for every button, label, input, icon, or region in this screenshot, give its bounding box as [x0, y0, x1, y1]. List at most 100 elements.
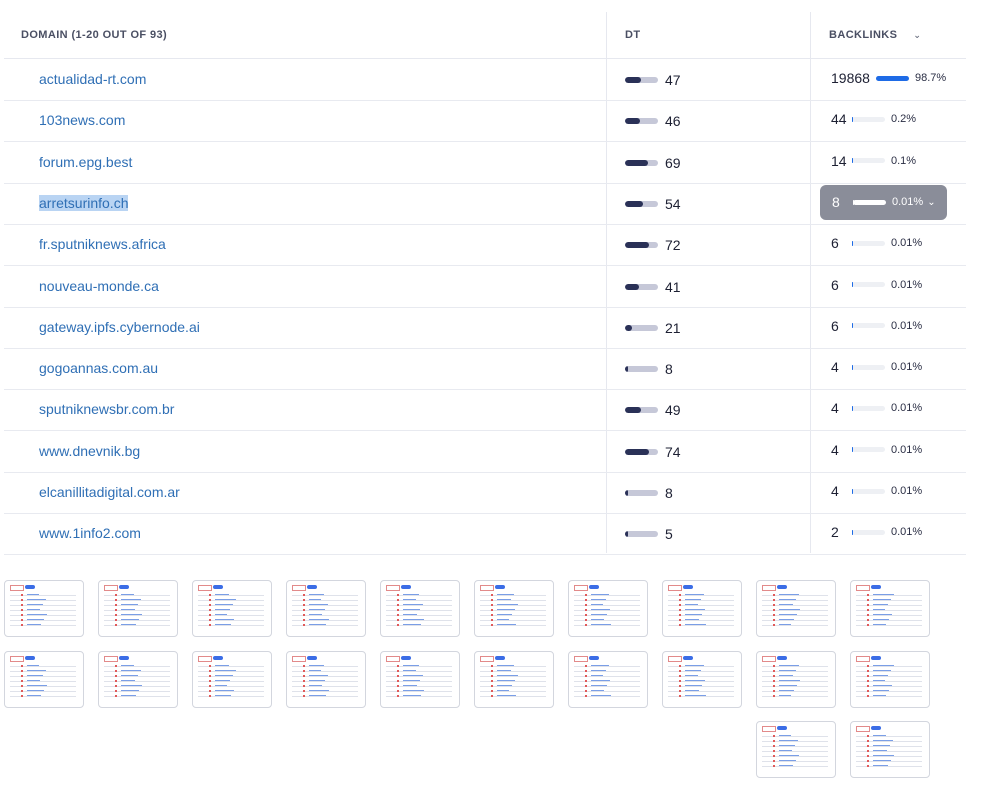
page-thumbnail-icon[interactable]: [286, 580, 366, 637]
table-row[interactable]: gogoannas.com.au 8 4 0.01%: [4, 348, 966, 391]
backlinks-share-bar: [852, 323, 885, 329]
backlinks-share-bar: [852, 488, 885, 494]
page-thumbnail-icon[interactable]: [850, 721, 930, 778]
dt-cell: 8: [625, 361, 673, 377]
dt-value: 46: [665, 113, 681, 130]
backlinks-cell[interactable]: 6 0.01%: [831, 235, 922, 251]
backlinks-cell[interactable]: 6 0.01%: [831, 277, 922, 293]
page-thumbnail-icon[interactable]: [568, 580, 648, 637]
backlinks-count: 6: [831, 276, 839, 293]
backlinks-percent: 0.01%: [891, 402, 923, 415]
backlinks-cell[interactable]: 19868 98.7%: [831, 70, 946, 86]
column-header-backlinks[interactable]: BACKLINKS ⌄: [829, 12, 921, 58]
backlinks-cell-hover[interactable]: 8 0.01% ⌄: [820, 184, 947, 220]
dt-cell: 41: [625, 279, 681, 295]
table-row[interactable]: sputniknewsbr.com.br 49 4 0.01%: [4, 389, 966, 432]
backlinks-cell[interactable]: 44 0.2%: [831, 111, 916, 127]
backlinks-cell[interactable]: 4 0.01%: [831, 483, 922, 499]
domain-link[interactable]: nouveau-monde.ca: [39, 278, 159, 294]
chevron-down-icon[interactable]: ⌄: [913, 30, 921, 41]
page-thumbnail-icon[interactable]: [850, 651, 930, 708]
domain-link[interactable]: www.1info2.com: [39, 525, 141, 541]
domain-link[interactable]: arretsurinfo.ch: [39, 194, 129, 211]
table-row[interactable]: 103news.com 46 44 0.2%: [4, 100, 966, 143]
backlinks-share-bar: [852, 447, 885, 453]
backlinks-share-fill: [852, 405, 853, 411]
page-thumbnail-icon[interactable]: [380, 580, 460, 637]
domain-link[interactable]: elcanillitadigital.com.ar: [39, 484, 180, 500]
backlinks-percent: 0.01%: [892, 196, 924, 209]
page-thumbnail-icon[interactable]: [4, 651, 84, 708]
page-thumbnail-icon[interactable]: [756, 651, 836, 708]
backlinks-cell[interactable]: 4 0.01%: [831, 359, 922, 375]
domain-link[interactable]: fr.sputniknews.africa: [39, 236, 166, 252]
dt-bar: [625, 448, 658, 455]
dt-bar: [625, 200, 658, 207]
dt-bar: [625, 531, 658, 538]
dt-cell: 54: [625, 196, 681, 212]
backlinks-cell[interactable]: 4 0.01%: [831, 400, 922, 416]
domain-link[interactable]: sputniknewsbr.com.br: [39, 401, 174, 417]
page-thumbnail-icon[interactable]: [568, 651, 648, 708]
domain-link[interactable]: 103news.com: [39, 112, 125, 128]
domain-link[interactable]: gateway.ipfs.cybernode.ai: [39, 319, 200, 335]
domain-link[interactable]: actualidad-rt.com: [39, 71, 146, 87]
page-thumbnail-icon[interactable]: [850, 580, 930, 637]
page-thumbnail-icon[interactable]: [192, 651, 272, 708]
page-thumbnail-icon[interactable]: [192, 580, 272, 637]
backlinks-cell[interactable]: 2 0.01%: [831, 524, 922, 540]
table-row[interactable]: actualidad-rt.com 47 19868 98.7%: [4, 59, 966, 101]
column-header-dt[interactable]: DT: [625, 12, 640, 58]
backlinks-percent: 0.01%: [891, 361, 923, 374]
backlinks-share-fill: [852, 116, 853, 122]
domain-link[interactable]: gogoannas.com.au: [39, 360, 158, 376]
backlinks-share-bar: [852, 405, 885, 411]
column-header-domain[interactable]: DOMAIN (1-20 OUT OF 93): [21, 12, 167, 58]
dt-bar: [625, 490, 658, 496]
table-row[interactable]: arretsurinfo.ch 54 8 0.01% ⌄: [4, 183, 966, 225]
page-thumbnail-icon[interactable]: [474, 580, 554, 637]
page-thumbnail-icon[interactable]: [756, 721, 836, 778]
table-row[interactable]: fr.sputniknews.africa 72 6 0.01%: [4, 224, 966, 267]
page-thumbnail-icon[interactable]: [98, 651, 178, 708]
backlinks-cell[interactable]: 14 0.1%: [831, 153, 916, 169]
dt-cell: 69: [625, 155, 681, 171]
dt-bar-fill: [625, 118, 640, 125]
backlinks-count: 4: [831, 483, 839, 499]
backlinks-share-fill: [852, 323, 853, 329]
chevron-down-icon[interactable]: ⌄: [927, 197, 935, 208]
backlinks-share-fill: [853, 199, 854, 205]
domain-table: DOMAIN (1-20 OUT OF 93) DT BACKLINKS ⌄ a…: [0, 0, 984, 560]
backlinks-count: 4: [831, 359, 839, 376]
dt-cell: 74: [625, 444, 681, 460]
table-row[interactable]: www.dnevnik.bg 74 4 0.01%: [4, 431, 966, 473]
page-thumbnail-icon[interactable]: [474, 651, 554, 708]
page-thumbnail-icon[interactable]: [286, 651, 366, 708]
backlinks-percent: 0.01%: [891, 526, 923, 539]
table-row[interactable]: elcanillitadigital.com.ar 8 4 0.01%: [4, 472, 966, 514]
domain-link[interactable]: forum.epg.best: [39, 154, 132, 170]
dt-bar: [625, 324, 658, 331]
page-thumbnail-icon[interactable]: [662, 651, 742, 708]
dt-bar: [625, 407, 658, 414]
backlinks-count: 2: [831, 524, 839, 541]
page-thumbnail-icon[interactable]: [4, 580, 84, 637]
backlinks-percent: 0.1%: [891, 154, 917, 167]
backlinks-share-bar: [853, 199, 886, 205]
table-row[interactable]: gateway.ipfs.cybernode.ai 21 6 0.01%: [4, 307, 966, 349]
backlinks-share-bar: [852, 158, 885, 164]
page-thumbnail-icon[interactable]: [662, 580, 742, 637]
backlinks-cell[interactable]: 4 0.01%: [831, 442, 922, 458]
dt-value: 54: [665, 195, 681, 212]
page-thumbnail-icon[interactable]: [380, 651, 460, 708]
table-row[interactable]: forum.epg.best 69 14 0.1%: [4, 142, 966, 184]
table-row[interactable]: nouveau-monde.ca 41 6 0.01%: [4, 266, 966, 308]
dt-cell: 8: [625, 485, 673, 501]
dt-cell: 72: [625, 237, 681, 253]
domain-link[interactable]: www.dnevnik.bg: [39, 443, 140, 459]
page-thumbnail-icon[interactable]: [756, 580, 836, 637]
table-row[interactable]: www.1info2.com 5 2 0.01%: [4, 513, 966, 556]
backlinks-cell[interactable]: 6 0.01%: [831, 318, 922, 334]
page-thumbnail-icon[interactable]: [98, 580, 178, 637]
backlinks-percent: 0.01%: [891, 443, 923, 456]
